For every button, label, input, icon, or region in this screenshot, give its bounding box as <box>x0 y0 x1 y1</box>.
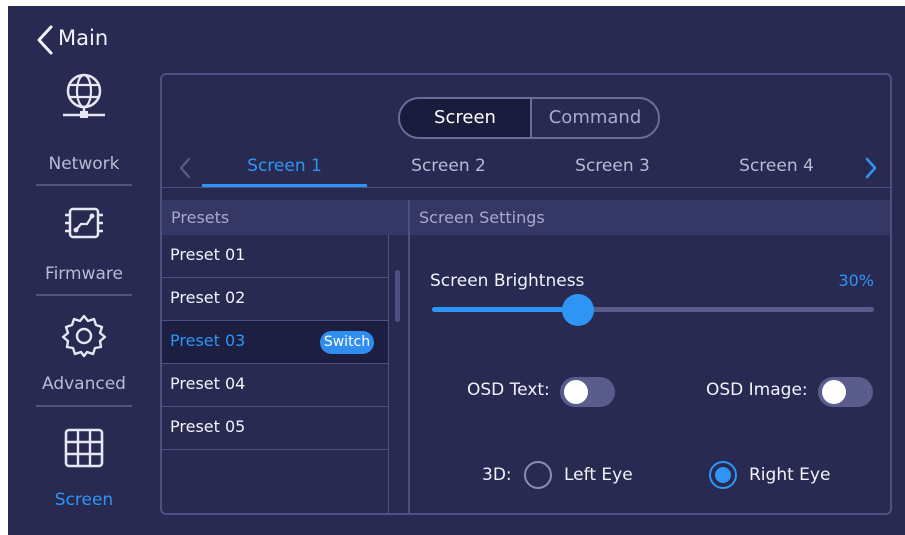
segment-screen[interactable]: Screen <box>400 99 532 137</box>
tab-screen-4[interactable]: Screen 4 <box>694 156 859 176</box>
preset-item-04[interactable]: Preset 04 <box>162 364 388 407</box>
toggle-knob <box>564 380 588 404</box>
presets-header: Presets <box>162 200 408 235</box>
chevron-right-icon[interactable] <box>860 155 882 181</box>
sidebar-item-firmware[interactable]: Firmware <box>38 206 130 317</box>
preset-item-05[interactable]: Preset 05 <box>162 407 388 450</box>
chip-icon <box>65 207 103 239</box>
preset-item-02[interactable]: Preset 02 <box>162 278 388 321</box>
preset-label: Preset 03 <box>170 331 246 350</box>
preset-label: Preset 05 <box>170 417 246 436</box>
sidebar-item-label: Network <box>48 154 120 174</box>
screen-tabs: Screen 1 Screen 2 Screen 3 Screen 4 <box>162 151 890 191</box>
presets-scroll-track <box>388 235 389 513</box>
preset-label: Preset 01 <box>170 245 246 264</box>
active-tab-indicator <box>202 184 367 187</box>
back-label[interactable]: Main <box>58 26 108 50</box>
preset-label: Preset 04 <box>170 374 246 393</box>
sidebar-item-label: Firmware <box>45 264 123 284</box>
brightness-label: Screen Brightness <box>430 271 585 291</box>
tab-divider <box>162 187 890 188</box>
segment-command[interactable]: Command <box>532 99 658 137</box>
tab-screen-1[interactable]: Screen 1 <box>202 156 367 176</box>
brightness-value: 30% <box>838 271 874 290</box>
osd-image-label: OSD Image: <box>706 380 808 400</box>
globe-network-icon <box>63 73 105 118</box>
radio-dot <box>715 467 731 483</box>
brightness-slider-knob[interactable] <box>562 294 594 326</box>
sidebar-divider <box>36 294 132 296</box>
tab-screen-2[interactable]: Screen 2 <box>366 156 531 176</box>
main-panel: Screen Command Screen 1 Screen 2 Screen … <box>160 73 892 515</box>
sidebar-divider <box>36 184 132 186</box>
preset-item-03[interactable]: Preset 03 Switch <box>162 321 388 364</box>
column-divider <box>408 200 410 513</box>
presets-list: Preset 01 Preset 02 Preset 03 Switch Pre… <box>162 235 388 513</box>
sidebar-item-screen[interactable]: Screen <box>38 428 130 535</box>
toggle-knob <box>822 380 846 404</box>
sidebar-divider <box>36 405 132 407</box>
preset-item-01[interactable]: Preset 01 <box>162 235 388 278</box>
osd-text-label: OSD Text: <box>467 380 550 400</box>
grid-icon <box>64 428 104 468</box>
sidebar-item-advanced[interactable]: Advanced <box>38 314 130 427</box>
sidebar-item-label: Advanced <box>42 374 126 394</box>
left-eye-radio[interactable] <box>524 461 552 489</box>
tab-screen-3[interactable]: Screen 3 <box>530 156 695 176</box>
app-screen: Main Network Firmware Advanced Screen Sc… <box>8 6 905 535</box>
preset-label: Preset 02 <box>170 288 246 307</box>
mode-segmented-control: Screen Command <box>398 97 660 139</box>
back-chevron-icon[interactable] <box>31 24 61 56</box>
switch-button[interactable]: Switch <box>320 331 374 354</box>
sidebar-item-label: Screen <box>54 490 114 510</box>
left-eye-label[interactable]: Left Eye <box>564 465 633 485</box>
brightness-slider-fill <box>432 307 578 312</box>
osd-image-toggle[interactable] <box>818 377 873 407</box>
sidebar-item-network[interactable]: Network <box>38 72 130 183</box>
osd-text-toggle[interactable] <box>560 377 615 407</box>
presets-scrollbar[interactable] <box>395 270 400 322</box>
right-eye-label[interactable]: Right Eye <box>749 465 830 485</box>
chevron-left-icon[interactable] <box>174 155 196 181</box>
3d-label: 3D: <box>482 465 512 485</box>
right-eye-radio[interactable] <box>709 461 737 489</box>
settings-header: Screen Settings <box>410 200 890 235</box>
brightness-slider[interactable] <box>432 294 874 326</box>
gear-icon <box>61 314 107 358</box>
